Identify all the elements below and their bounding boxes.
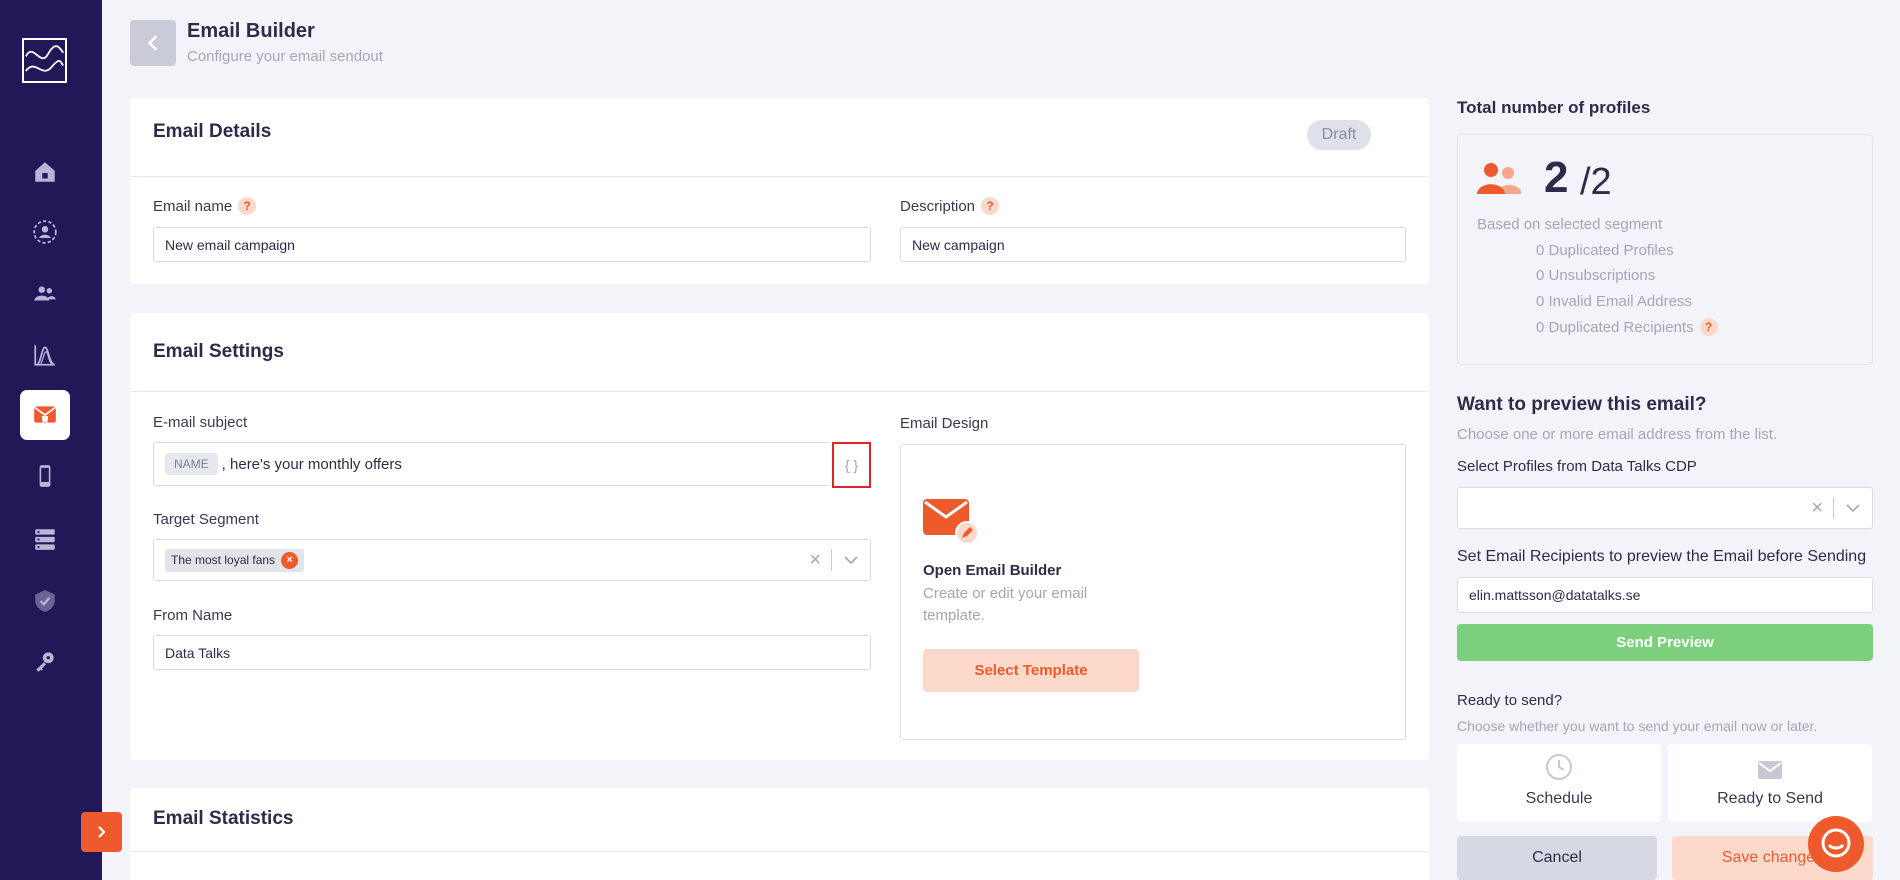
help-icon[interactable]: ? xyxy=(981,197,1000,215)
chat-button[interactable] xyxy=(1808,816,1864,872)
expand-sidebar-button[interactable] xyxy=(81,812,122,852)
profiles-select[interactable]: × xyxy=(1457,487,1873,529)
name-variable-chip[interactable]: NAME xyxy=(165,453,218,475)
ready-subtitle: Choose whether you want to send your ema… xyxy=(1457,718,1818,734)
email-name-input[interactable]: New email campaign xyxy=(153,227,871,262)
chevron-left-icon xyxy=(147,35,158,51)
select-tools: × xyxy=(799,540,870,580)
remove-chip-icon[interactable]: × xyxy=(281,551,299,569)
select-tools: × xyxy=(1801,488,1872,528)
preview-title: Want to preview this email? xyxy=(1457,394,1707,415)
profile-total: /2 xyxy=(1580,161,1612,203)
stat-duplicated-recipients: 0 Duplicated Recipients ? xyxy=(1536,318,1718,336)
subject-input[interactable]: NAME , here's your monthly offers xyxy=(153,442,830,486)
database-icon[interactable] xyxy=(20,514,70,564)
description-input[interactable]: New campaign xyxy=(900,227,1406,262)
sidebar xyxy=(0,0,102,880)
chat-icon xyxy=(1821,828,1851,858)
insert-variable-button[interactable]: { } xyxy=(832,442,871,488)
stat-duplicated-profiles: 0 Duplicated Profiles xyxy=(1536,242,1674,259)
envelope-icon xyxy=(1758,761,1782,779)
profiles-panel: 2 /2 Based on selected segment 0 Duplica… xyxy=(1457,134,1873,365)
design-title: Open Email Builder xyxy=(923,562,1062,579)
design-description: Create or edit your email template. xyxy=(923,585,1088,624)
key-icon[interactable] xyxy=(20,636,70,686)
mobile-icon[interactable] xyxy=(20,451,70,501)
email-details-title: Email Details xyxy=(153,121,272,142)
from-name-label: From Name xyxy=(153,607,233,624)
analytics-icon[interactable] xyxy=(20,330,70,380)
based-on-text: Based on selected segment xyxy=(1477,216,1663,233)
help-icon[interactable]: ? xyxy=(1699,318,1718,336)
send-preview-button[interactable]: Send Preview xyxy=(1457,624,1873,661)
divider xyxy=(130,391,1429,392)
preview-subtitle: Choose one or more email address from th… xyxy=(1457,426,1778,443)
cancel-button[interactable]: Cancel xyxy=(1457,836,1657,880)
recipients-label: Set Email Recipients to preview the Emai… xyxy=(1457,548,1867,565)
recipients-input[interactable]: elin.mattsson@datatalks.se xyxy=(1457,577,1873,613)
profile-icon[interactable] xyxy=(20,207,70,257)
help-icon[interactable]: ? xyxy=(238,197,257,215)
back-button[interactable] xyxy=(130,20,176,66)
subject-label: E-mail subject xyxy=(153,414,248,431)
clock-icon xyxy=(1546,754,1572,780)
segment-select[interactable]: The most loyal fans × × xyxy=(153,539,871,581)
chevron-down-icon[interactable] xyxy=(832,556,870,564)
email-design-label: Email Design xyxy=(900,415,989,432)
divider xyxy=(130,851,1429,852)
subject-text: , here's your monthly offers xyxy=(221,455,402,473)
logo-icon[interactable] xyxy=(22,38,67,83)
description-label: Description ? xyxy=(900,197,1000,215)
segments-icon[interactable] xyxy=(20,269,70,319)
ready-title: Ready to send? xyxy=(1457,692,1563,709)
schedule-option[interactable]: Schedule xyxy=(1457,744,1661,822)
profile-count: 2 xyxy=(1544,153,1569,202)
chevron-down-icon[interactable] xyxy=(1834,504,1872,512)
email-statistics-card: Email Statistics xyxy=(130,788,1429,880)
ready-to-send-option[interactable]: Ready to Send xyxy=(1668,744,1872,822)
email-settings-title: Email Settings xyxy=(153,341,284,362)
email-design-panel: Open Email Builder Create or edit your e… xyxy=(900,444,1406,740)
select-template-button[interactable]: Select Template xyxy=(923,649,1139,692)
clear-icon[interactable]: × xyxy=(1801,497,1833,520)
page-subtitle: Configure your email sendout xyxy=(187,48,383,65)
email-name-label: Email name ? xyxy=(153,197,257,215)
email-edit-icon xyxy=(923,499,979,545)
status-badge: Draft xyxy=(1307,120,1371,150)
email-icon[interactable] xyxy=(20,390,70,440)
from-name-input[interactable]: Data Talks xyxy=(153,635,871,670)
stat-invalid-email: 0 Invalid Email Address xyxy=(1536,293,1692,310)
divider xyxy=(130,176,1429,177)
email-details-card: Email Details Draft Email name ? New ema… xyxy=(130,98,1429,284)
chevron-right-icon xyxy=(97,826,106,838)
page-title: Email Builder xyxy=(187,20,315,42)
stat-unsubscriptions: 0 Unsubscriptions xyxy=(1536,267,1656,284)
home-icon[interactable] xyxy=(20,147,70,197)
email-settings-card: Email Settings E-mail subject NAME , her… xyxy=(130,313,1429,760)
profiles-title: Total number of profiles xyxy=(1457,98,1651,117)
users-icon xyxy=(1477,163,1521,194)
shield-icon[interactable] xyxy=(20,576,70,626)
segment-chip: The most loyal fans × xyxy=(165,548,305,572)
segment-label: Target Segment xyxy=(153,511,259,528)
clear-icon[interactable]: × xyxy=(799,549,831,572)
select-profiles-label: Select Profiles from Data Talks CDP xyxy=(1457,458,1697,475)
email-statistics-title: Email Statistics xyxy=(153,808,294,829)
